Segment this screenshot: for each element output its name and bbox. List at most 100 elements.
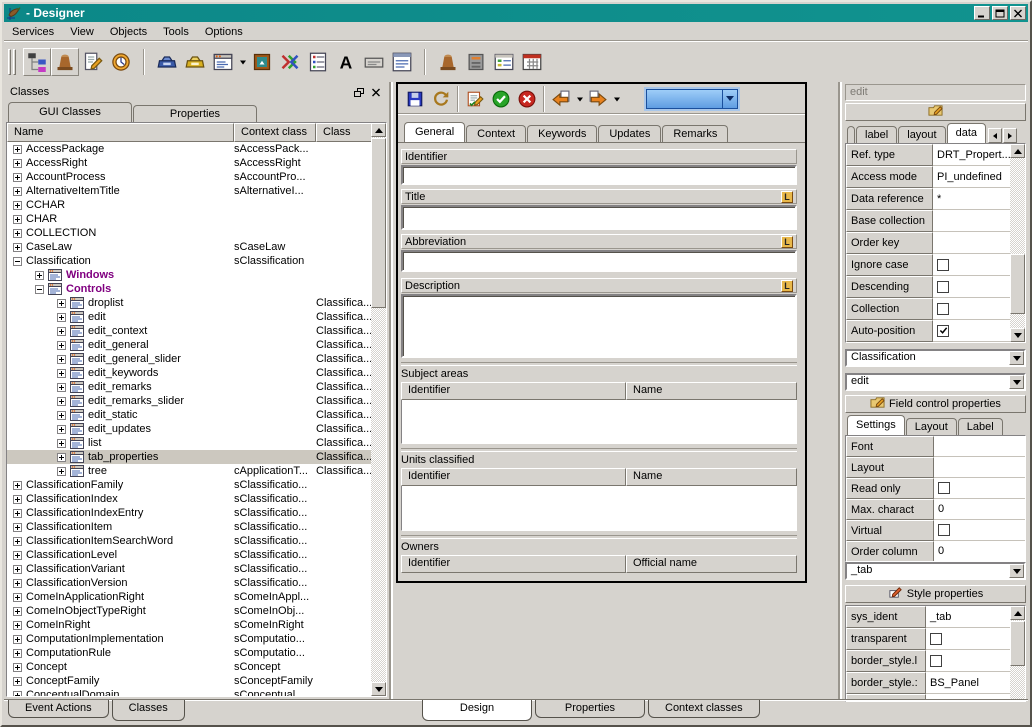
column-header-class[interactable]: Class bbox=[316, 123, 373, 142]
expand-icon[interactable] bbox=[13, 663, 22, 672]
column-header-name[interactable]: Name bbox=[7, 123, 234, 142]
tree-row-computationrule[interactable]: ComputationRulesComputatio... bbox=[7, 646, 371, 660]
menu-objects[interactable]: Objects bbox=[102, 24, 155, 40]
tree-row-computationimplementation[interactable]: ComputationImplementationsComputatio... bbox=[7, 632, 371, 646]
tree-vertical-scrollbar[interactable] bbox=[371, 123, 386, 696]
tree-row-edit-keywords[interactable]: edit_keywordsClassifica... bbox=[7, 366, 371, 380]
scroll-up-icon[interactable] bbox=[371, 123, 386, 137]
tree-row-tree[interactable]: treecApplicationT...Classifica... bbox=[7, 464, 371, 478]
property-value[interactable] bbox=[933, 320, 1010, 342]
tree-row-windows[interactable]: Windows bbox=[7, 268, 371, 282]
property-value[interactable]: BS_Panel bbox=[926, 672, 1010, 694]
identifier-input[interactable] bbox=[401, 165, 797, 185]
chevron-down-icon[interactable] bbox=[722, 90, 737, 108]
edit-document-icon[interactable] bbox=[79, 48, 107, 76]
expand-icon[interactable] bbox=[57, 439, 66, 448]
expand-icon[interactable] bbox=[57, 341, 66, 350]
bottom-tab-properties[interactable]: Properties bbox=[535, 700, 645, 718]
tree-row-controls[interactable]: Controls bbox=[7, 282, 371, 296]
tree-row-accessright[interactable]: AccessRightsAccessRight bbox=[7, 156, 371, 170]
property-value[interactable] bbox=[934, 478, 1025, 499]
expand-icon[interactable] bbox=[57, 327, 66, 336]
expand-icon[interactable] bbox=[13, 523, 22, 532]
expand-icon[interactable] bbox=[13, 565, 22, 574]
tree-row-edit-static[interactable]: edit_staticClassifica... bbox=[7, 408, 371, 422]
refresh-icon[interactable] bbox=[428, 86, 454, 112]
dropdown-caret-icon[interactable] bbox=[611, 85, 622, 113]
expand-icon[interactable] bbox=[13, 649, 22, 658]
tree-row-classificationindex[interactable]: ClassificationIndexsClassificatio... bbox=[7, 492, 371, 506]
selected-object-field[interactable]: edit bbox=[845, 84, 1026, 101]
scroll-down-icon[interactable] bbox=[1010, 328, 1025, 342]
drawer-blue-icon[interactable] bbox=[153, 48, 181, 76]
expand-icon[interactable] bbox=[57, 467, 66, 476]
checkbox-checked-icon[interactable] bbox=[937, 325, 949, 337]
close-panel-icon[interactable] bbox=[369, 86, 383, 99]
property-value[interactable] bbox=[933, 210, 1010, 232]
owners-col-official-name[interactable]: Official name bbox=[626, 555, 797, 573]
maximize-button[interactable] bbox=[992, 6, 1008, 20]
picture-icon[interactable] bbox=[248, 48, 276, 76]
expand-icon[interactable] bbox=[13, 159, 22, 168]
units-col-identifier[interactable]: Identifier bbox=[401, 468, 626, 486]
expand-icon[interactable] bbox=[13, 593, 22, 602]
title-input[interactable] bbox=[401, 205, 797, 230]
expand-icon[interactable] bbox=[13, 187, 22, 196]
tree-row-concept[interactable]: ConceptsConcept bbox=[7, 660, 371, 674]
tree-row-classificationlevel[interactable]: ClassificationLevelsClassificatio... bbox=[7, 548, 371, 562]
toolbar-grip[interactable] bbox=[13, 49, 16, 75]
window-list-icon[interactable] bbox=[388, 48, 416, 76]
expand-icon[interactable] bbox=[13, 621, 22, 630]
expand-icon[interactable] bbox=[13, 215, 22, 224]
expand-icon[interactable] bbox=[57, 411, 66, 420]
expand-icon[interactable] bbox=[13, 691, 22, 697]
tab-scroll-right-icon[interactable] bbox=[1003, 128, 1017, 143]
close-button[interactable] bbox=[1010, 6, 1026, 20]
tree-row-char[interactable]: CHAR bbox=[7, 212, 371, 226]
collapse-icon[interactable] bbox=[35, 285, 44, 294]
property-value[interactable]: 0 bbox=[934, 541, 1025, 562]
owners-col-identifier[interactable]: Identifier bbox=[401, 555, 626, 573]
titlebar[interactable]: - Designer bbox=[4, 4, 1028, 22]
expand-icon[interactable] bbox=[13, 229, 22, 238]
edit-properties-button[interactable] bbox=[845, 103, 1026, 121]
expand-icon[interactable] bbox=[13, 635, 22, 644]
tree-row-list[interactable]: listClassifica... bbox=[7, 436, 371, 450]
expand-icon[interactable] bbox=[13, 243, 22, 252]
expand-icon[interactable] bbox=[13, 481, 22, 490]
menu-view[interactable]: View bbox=[62, 24, 102, 40]
links-icon[interactable] bbox=[276, 48, 304, 76]
menu-options[interactable]: Options bbox=[197, 24, 251, 40]
subject-col-name[interactable]: Name bbox=[626, 382, 797, 400]
font-icon[interactable]: A bbox=[332, 48, 360, 76]
toolbar-grip[interactable] bbox=[8, 49, 11, 75]
property-value[interactable] bbox=[934, 436, 1025, 457]
menu-tools[interactable]: Tools bbox=[155, 24, 197, 40]
tab-label[interactable]: Label bbox=[958, 418, 1003, 435]
tree-row-classificationitemsearchword[interactable]: ClassificationItemSearchWordsClassificat… bbox=[7, 534, 371, 548]
units-classified-list[interactable] bbox=[401, 486, 797, 531]
expand-icon[interactable] bbox=[57, 397, 66, 406]
grid-scrollbar[interactable] bbox=[1010, 606, 1025, 701]
compass-icon[interactable] bbox=[107, 48, 135, 76]
property-value[interactable] bbox=[933, 232, 1010, 254]
expand-icon[interactable] bbox=[13, 579, 22, 588]
property-value[interactable]: PI_undefined bbox=[933, 166, 1010, 188]
property-value[interactable] bbox=[934, 520, 1025, 541]
tab-scroll-left-icon[interactable] bbox=[988, 128, 1002, 143]
tree-row-comeinobjecttyperight[interactable]: ComeInObjectTypeRightsComeInObj... bbox=[7, 604, 371, 618]
list-window-icon[interactable] bbox=[490, 48, 518, 76]
scrollbar-thumb[interactable] bbox=[1010, 621, 1025, 666]
machine-icon[interactable] bbox=[462, 48, 490, 76]
tree-row-comeinapplicationright[interactable]: ComeInApplicationRightsComeInAppl... bbox=[7, 590, 371, 604]
tree-row-classificationversion[interactable]: ClassificationVersionsClassificatio... bbox=[7, 576, 371, 590]
tree-row-alternativeitemtitle[interactable]: AlternativeItemTitlesAlternativeI... bbox=[7, 184, 371, 198]
scroll-down-icon[interactable] bbox=[371, 682, 386, 696]
tree-row-edit-remarks[interactable]: edit_remarksClassifica... bbox=[7, 380, 371, 394]
tree-row-edit-context[interactable]: edit_contextClassifica... bbox=[7, 324, 371, 338]
minimize-button[interactable] bbox=[974, 6, 990, 20]
form-splitter[interactable] bbox=[401, 362, 797, 366]
expand-icon[interactable] bbox=[13, 495, 22, 504]
expand-icon[interactable] bbox=[35, 271, 44, 280]
property-value[interactable]: _tab bbox=[926, 606, 1010, 628]
